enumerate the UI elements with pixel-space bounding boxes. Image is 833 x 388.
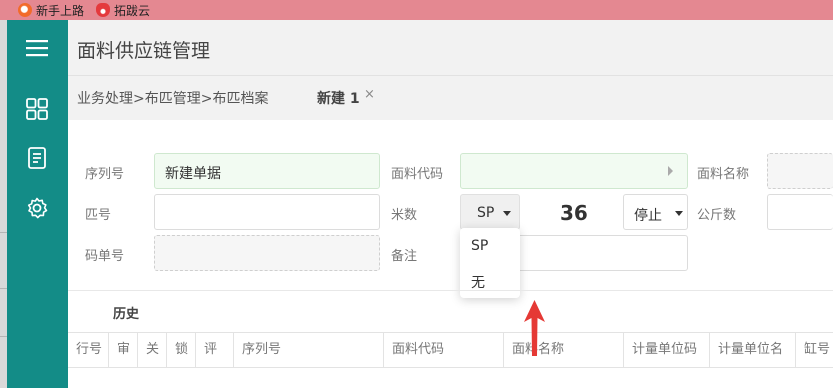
breadcrumb-bar: 业务处理>布匹管理>布匹档案 新建 1 × [68, 76, 833, 120]
annotation-arrow-icon [524, 300, 545, 356]
column-header[interactable]: 评 [196, 333, 234, 367]
gear-icon[interactable] [25, 196, 49, 220]
kg-label: 公斤数 [697, 208, 737, 223]
serial-value: 新建单据 [165, 166, 221, 182]
meters-unit-select[interactable]: SP [460, 194, 520, 230]
column-header[interactable]: 锁 [167, 333, 196, 367]
bolt-field[interactable] [154, 194, 380, 230]
firefox-icon [18, 3, 32, 17]
code-no-field [154, 235, 380, 271]
fabric-name-label: 面料名称 [697, 167, 750, 182]
hamburger-menu-icon[interactable] [25, 36, 49, 60]
table-body [68, 368, 833, 388]
sidebar [7, 20, 68, 388]
fabric-name-field [767, 153, 833, 189]
document-icon[interactable] [25, 146, 49, 170]
close-icon[interactable]: × [364, 87, 375, 102]
tuobayun-icon [96, 3, 111, 17]
fabric-code-field[interactable] [460, 153, 688, 189]
bolt-label: 匹号 [85, 208, 112, 223]
left-edge-strip [0, 20, 7, 388]
bookmark-label: 拓跋云 [114, 3, 151, 18]
column-header[interactable]: 缸号 [796, 333, 833, 367]
tab-new-1[interactable]: 新建 1 [317, 88, 360, 108]
meters-label: 米数 [391, 208, 418, 223]
caret-down-icon [675, 211, 683, 216]
column-header[interactable]: 序列号 [234, 333, 384, 367]
remark-label: 备注 [391, 249, 418, 264]
bookmark-label: 新手上路 [36, 3, 85, 18]
dropdown-option-sp[interactable]: SP [471, 238, 488, 254]
meters-unit-dropdown: SP 无 [460, 228, 520, 298]
caret-down-icon [503, 211, 511, 216]
chevron-right-icon[interactable] [668, 166, 673, 176]
serial-field[interactable]: 新建单据 [154, 153, 380, 189]
app-header: 面料供应链管理 [68, 20, 833, 76]
column-header[interactable]: 行号 [68, 333, 109, 367]
breadcrumb[interactable]: 业务处理>布匹管理>布匹档案 [77, 88, 268, 108]
dropdown-option-none[interactable]: 无 [471, 272, 485, 292]
bookmark-tuobayun[interactable]: 拓跋云 [96, 2, 150, 19]
fabric-code-label: 面料代码 [391, 167, 444, 182]
meters-value: 36 [560, 201, 588, 225]
column-header[interactable]: 关 [138, 333, 167, 367]
column-header[interactable]: 计量单位码 [624, 333, 710, 367]
bookmarks-bar: 新手上路 拓跋云 [0, 0, 833, 20]
code-no-label: 码单号 [85, 249, 125, 264]
section-divider [68, 290, 833, 291]
kg-field[interactable] [767, 194, 833, 230]
column-header[interactable]: 计量单位名 [710, 333, 796, 367]
bookmark-newbie[interactable]: 新手上路 [18, 2, 84, 19]
status-select[interactable]: 停止 [623, 194, 688, 230]
meters-unit-value: SP [477, 205, 495, 221]
column-header[interactable]: 面料代码 [384, 333, 504, 367]
column-header[interactable]: 审 [109, 333, 138, 367]
table-header: 行号 审 关 锁 评 序列号 面料代码 面料名称 计量单位码 计量单位名 缸号 [68, 332, 833, 368]
serial-label: 序列号 [85, 167, 125, 182]
page-title: 面料供应链管理 [77, 40, 211, 62]
status-value: 停止 [634, 208, 662, 224]
history-tab[interactable]: 历史 [113, 303, 139, 322]
grid-icon[interactable] [25, 97, 49, 121]
